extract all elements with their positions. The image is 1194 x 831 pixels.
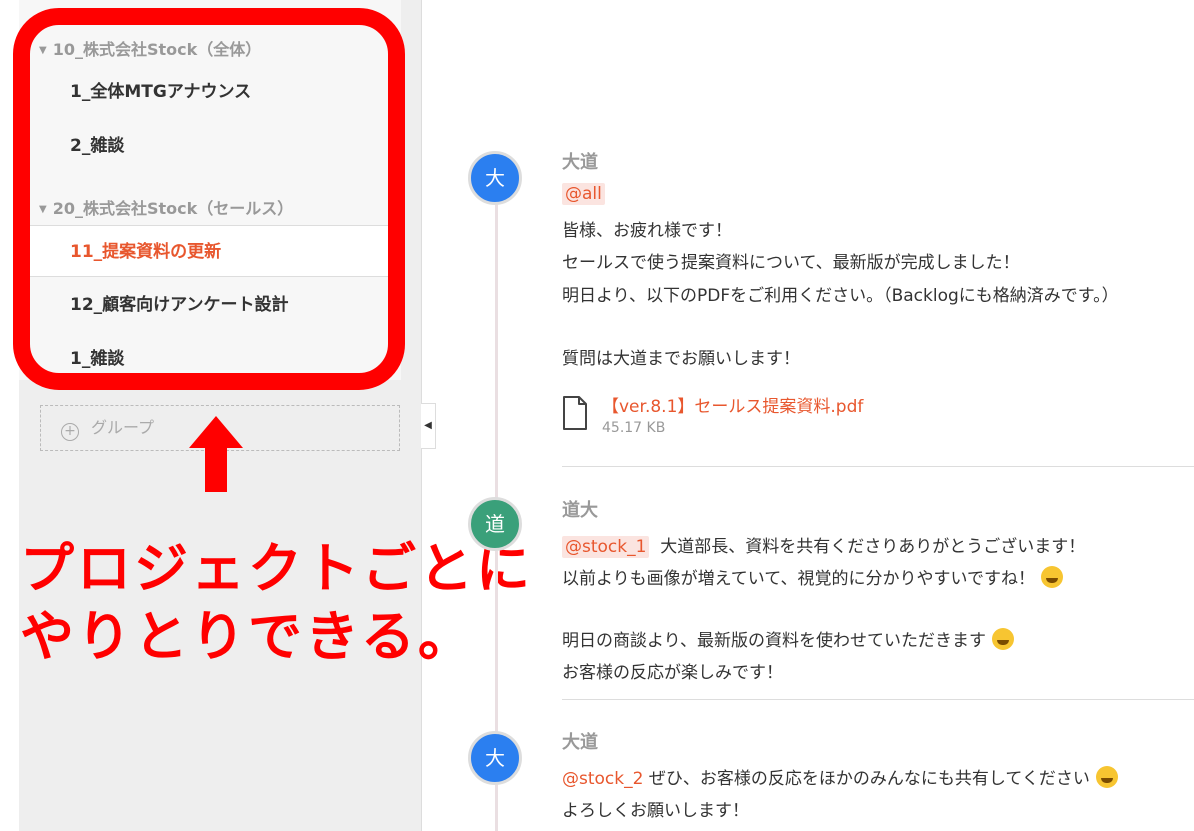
- message-text: @stock_1 大道部長、資料を共有くださりありがとうございます！: [562, 532, 1085, 558]
- message-divider: [562, 466, 1194, 467]
- avatar[interactable]: 道: [468, 497, 522, 551]
- message-author[interactable]: 大道: [562, 728, 598, 754]
- grinning-squint-emoji-icon: [1040, 566, 1063, 588]
- message-text: よろしくお願いします！: [562, 801, 749, 821]
- message-author[interactable]: 道大: [562, 496, 598, 522]
- annotation-highlight-box: [13, 8, 405, 390]
- message-text: 質問は大道までお願いします！: [562, 349, 800, 369]
- message-divider: [562, 699, 1194, 700]
- message-text: 皆様、お疲れ様です！: [562, 221, 732, 241]
- message-text: お客様の反応が楽しみです！: [562, 663, 783, 683]
- message-author[interactable]: 大道: [562, 148, 598, 174]
- file-icon: [563, 396, 587, 430]
- smiling-blush-emoji-icon: [991, 628, 1014, 650]
- mention-tag[interactable]: @stock_2: [562, 769, 643, 789]
- mention-tag[interactable]: @stock_1: [562, 536, 650, 558]
- message-text: セールスで使う提案資料について、最新版が完成しました！: [562, 253, 1020, 273]
- caret-left-icon: ◀: [424, 420, 432, 431]
- message-text: 以前よりも画像が増えていて、視覚的に分かりやすいですね！: [562, 564, 1063, 589]
- sidebar-collapse-toggle[interactable]: ◀: [421, 403, 436, 449]
- tears-of-joy-emoji-icon: [1095, 766, 1118, 788]
- attachment-size: 45.17 KB: [602, 420, 666, 436]
- attachment-link[interactable]: 【ver.8.1】セールス提案資料.pdf: [602, 392, 863, 417]
- message-text: @stock_2 ぜひ、お客様の反応をほかのみんなにも共有してください: [562, 764, 1118, 789]
- message-text: 明日の商談より、最新版の資料を使わせていただきます: [562, 626, 1014, 651]
- annotation-text-line2: やりとりできる。: [20, 605, 475, 668]
- annotation-arrow-up-icon: [189, 416, 243, 492]
- message-text: 明日より、以下のPDFをご利用ください。（Backlogにも格納済みです。）: [562, 286, 1119, 306]
- mention-tag[interactable]: @all: [562, 183, 605, 205]
- avatar[interactable]: 大: [468, 731, 522, 785]
- plus-circle-icon: +: [61, 423, 79, 441]
- avatar[interactable]: 大: [468, 151, 522, 205]
- message-mention-line: @all: [562, 183, 605, 205]
